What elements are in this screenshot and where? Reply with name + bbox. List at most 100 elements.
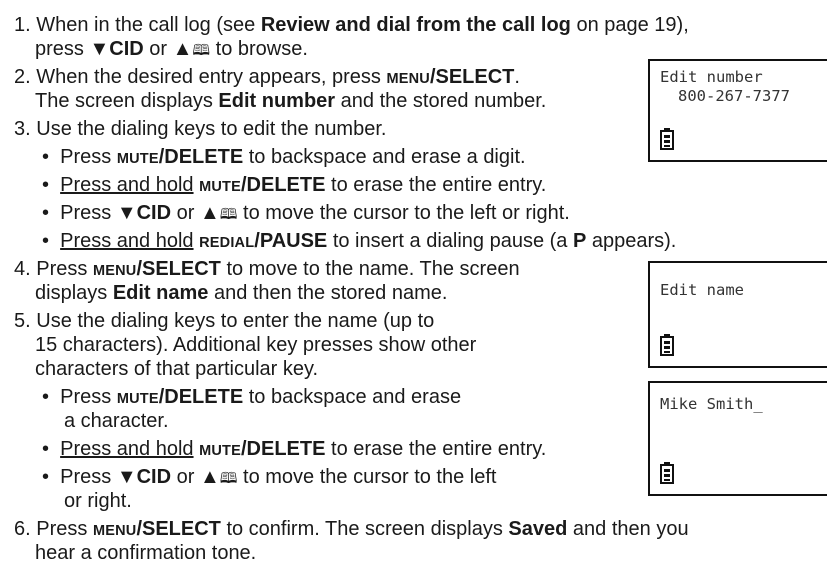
text: to move the cursor to the left or right.: [237, 202, 570, 224]
step-number: 5.: [14, 310, 31, 332]
text: to erase the entire entry.: [325, 174, 547, 196]
step-1-line-1: 1. When in the call log (see Review and …: [14, 13, 689, 37]
step-1-line-2: press ▼CID or ▲🕮 to browse.: [35, 37, 308, 63]
lcd-screen-edit-number: Edit number 800-267-7377: [648, 59, 827, 162]
text: hear a confirmation tone.: [35, 542, 257, 564]
text: to confirm. The screen displays: [220, 518, 509, 540]
delete-key: /DELETE: [241, 174, 326, 196]
phonebook-icon: 🕮: [192, 42, 211, 59]
step-5-bullet-2: • Press and hold MUTE/DELETE to erase th…: [42, 437, 546, 463]
select-key: /SELECT: [429, 66, 515, 88]
lcd-line-2: 800-267-7377: [678, 87, 790, 105]
step-number: 3.: [14, 118, 31, 140]
battery-icon: [660, 462, 674, 484]
step-number: 4.: [14, 258, 31, 280]
redial-key: REDIAL: [199, 235, 255, 251]
text: and the stored number.: [335, 90, 547, 112]
text: The screen displays: [35, 90, 219, 112]
cid-key: CID: [109, 38, 144, 60]
text: on page 19),: [570, 14, 689, 36]
cid-key: CID: [136, 466, 172, 488]
step-3-bullet-1: • Press MUTE/DELETE to backspace and era…: [42, 145, 526, 171]
press-and-hold: Press and hold: [60, 230, 194, 252]
step-4-line-2: displays Edit name and then the stored n…: [35, 281, 447, 305]
up-arrow-icon: ▲: [172, 38, 193, 60]
text: press: [35, 38, 90, 60]
step-2-line-1: 2. When the desired entry appears, press…: [14, 65, 520, 91]
step-number: 2.: [14, 66, 31, 88]
text: to erase the entire entry.: [325, 438, 547, 460]
pause-key: /PAUSE: [254, 230, 328, 252]
step-5-bullet-3: • Press ▼CID or ▲🕮 to move the cursor to…: [42, 465, 496, 491]
text: 15 characters). Additional key presses s…: [35, 334, 477, 356]
battery-icon: [660, 334, 674, 356]
select-key: /SELECT: [136, 258, 221, 280]
bullet: •: [42, 438, 61, 460]
lcd-line-1: Mike Smith_: [660, 395, 763, 413]
screen-message: Saved: [508, 518, 568, 540]
menu-key: MENU: [386, 71, 430, 87]
delete-key: /DELETE: [158, 146, 244, 168]
battery-icon: [660, 128, 674, 150]
text: or: [171, 202, 200, 224]
mute-key: MUTE: [116, 151, 159, 167]
text: to move the cursor to the left: [237, 466, 497, 488]
text: Press: [60, 466, 117, 488]
step-3-bullet-4: • Press and hold REDIAL/PAUSE to insert …: [42, 229, 676, 255]
step-3-bullet-3: • Press ▼CID or ▲🕮 to move the cursor to…: [42, 201, 570, 227]
select-key: /SELECT: [136, 518, 221, 540]
step-3-line-1: 3. Use the dialing keys to edit the numb…: [14, 117, 386, 141]
step-5-line-2: 15 characters). Additional key presses s…: [35, 333, 476, 357]
text: When in the call log (see: [36, 14, 261, 36]
text: Use the dialing keys to enter the name (…: [36, 310, 435, 332]
step-3-bullet-2: • Press and hold MUTE/DELETE to erase th…: [42, 173, 546, 199]
mute-key: MUTE: [199, 179, 241, 195]
text: to move to the name. The screen: [220, 258, 520, 280]
text: Press: [36, 258, 93, 280]
bullet: •: [42, 202, 61, 224]
screen-message: Edit number: [218, 90, 336, 112]
cid-key: CID: [136, 202, 172, 224]
press-and-hold: Press and hold: [60, 174, 194, 196]
text: characters of that particular key.: [35, 358, 319, 380]
text: Press: [60, 202, 117, 224]
step-5-bullet-1-cont: a character.: [64, 409, 169, 433]
step-5-bullet-1: • Press MUTE/DELETE to backspace and era…: [42, 385, 461, 411]
bullet: •: [42, 230, 61, 252]
text: or: [143, 38, 173, 60]
reference-title: Review and dial from the call log: [260, 14, 571, 36]
down-arrow-icon: ▼: [116, 202, 137, 224]
text: to backspace and erase: [243, 386, 462, 408]
lcd-line-1: Edit name: [660, 281, 744, 299]
text: .: [514, 66, 520, 88]
lcd-screen-edit-name: Edit name: [648, 261, 827, 368]
step-4-line-1: 4. Press MENU/SELECT to move to the name…: [14, 257, 520, 283]
step-5-line-1: 5. Use the dialing keys to enter the nam…: [14, 309, 434, 333]
down-arrow-icon: ▼: [116, 466, 137, 488]
bullet: •: [42, 174, 61, 196]
text: to browse.: [210, 38, 308, 60]
delete-key: /DELETE: [158, 386, 244, 408]
step-5-bullet-3-cont: or right.: [64, 489, 132, 513]
bullet: •: [42, 386, 61, 408]
lcd-screen-name-entry: Mike Smith_: [648, 381, 827, 496]
pause-symbol: P: [572, 230, 587, 252]
text: a character.: [64, 410, 169, 432]
text: or right.: [64, 490, 132, 512]
text: Use the dialing keys to edit the number.: [36, 118, 387, 140]
bullet: •: [42, 146, 61, 168]
up-arrow-icon: ▲: [199, 202, 220, 224]
mute-key: MUTE: [116, 391, 159, 407]
text: displays: [35, 282, 113, 304]
text: When the desired entry appears, press: [36, 66, 387, 88]
lcd-line-1: Edit number: [660, 68, 763, 86]
text: or: [171, 466, 200, 488]
text: to backspace and erase a digit.: [243, 146, 526, 168]
step-6-line-2: hear a confirmation tone.: [35, 541, 256, 565]
mute-key: MUTE: [199, 443, 241, 459]
delete-key: /DELETE: [241, 438, 326, 460]
step-number: 1.: [14, 14, 31, 36]
text: Press: [60, 386, 117, 408]
text: appears).: [586, 230, 677, 252]
bullet: •: [42, 466, 61, 488]
